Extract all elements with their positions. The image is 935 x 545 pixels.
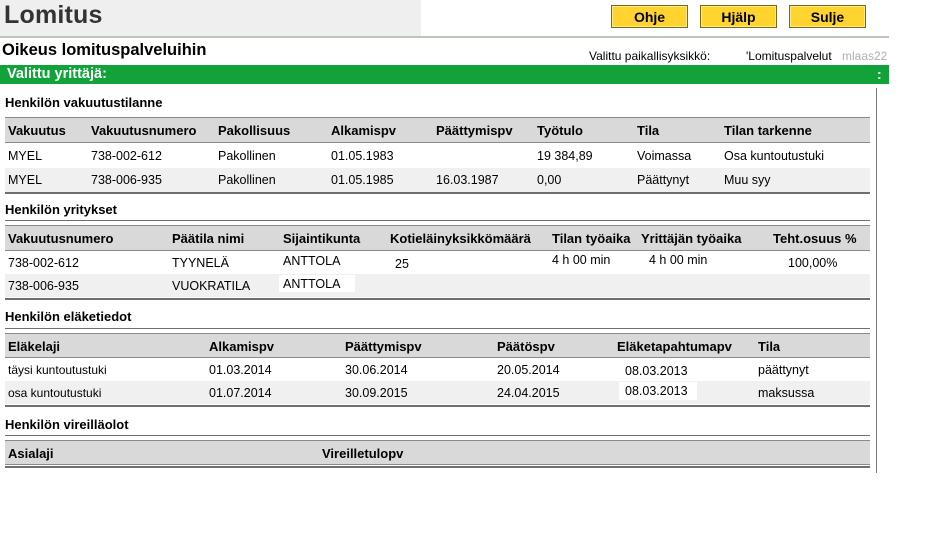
- section-divider: [5, 220, 870, 221]
- table-row[interactable]: täysi kuntoutustuki 01.03.2014 30.06.201…: [5, 359, 870, 381]
- table-cell: 738-002-612: [91, 149, 162, 163]
- companies-table-header: Vakuutusnumero Päätila nimi Sijaintikunt…: [5, 225, 870, 251]
- table-cell: Pakollinen: [218, 173, 276, 187]
- table-cell: VUOKRATILA: [172, 279, 251, 293]
- pensions-col-decision: Päätöspv: [497, 339, 555, 354]
- insurance-col-status-detail: Tilan tarkenne: [724, 123, 812, 138]
- pensions-col-end: Päättymispv: [345, 339, 422, 354]
- table-cell: 0,00: [537, 173, 562, 187]
- table-cell: MYEL: [8, 149, 43, 163]
- table-cell: ANTTOLA: [283, 254, 341, 268]
- table-cell: 25: [395, 257, 409, 271]
- close-button[interactable]: Sulje: [789, 5, 866, 28]
- app-title: Lomitus: [4, 1, 103, 29]
- table-cell: täysi kuntoutustuki: [8, 363, 107, 377]
- pensions-col-status: Tila: [758, 339, 781, 354]
- table-row[interactable]: MYEL 738-006-935 Pakollinen 01.05.1985 1…: [5, 168, 870, 192]
- companies-section-title: Henkilön yritykset: [5, 202, 117, 217]
- insurance-col-number: Vakuutusnumero: [91, 123, 197, 138]
- selected-entrepreneur-colon: :: [877, 66, 882, 82]
- local-unit-mask: [718, 46, 746, 62]
- table-cell: 30.09.2015: [345, 386, 408, 400]
- selected-entrepreneur-name: [121, 67, 456, 82]
- section-divider: [5, 192, 870, 194]
- table-cell: päättynyt: [758, 363, 809, 377]
- pending-section-title: Henkilön vireilläolot: [5, 417, 129, 432]
- section-divider: [5, 405, 870, 407]
- table-row[interactable]: 738-006-935 VUOKRATILA ANTTOLA: [5, 274, 870, 297]
- insurance-col-status: Tila: [637, 123, 660, 138]
- table-cell: 738-002-612: [8, 256, 79, 270]
- companies-col-livestock-units: Kotieläinyksikkömäärä: [390, 231, 531, 246]
- companies-col-entrepreneur-worktime: Yrittäjän työaika: [641, 231, 742, 246]
- page-subtitle: Oikeus lomituspalveluihin: [2, 41, 207, 59]
- table-cell: Osa kuntoutustuki: [724, 149, 825, 163]
- table-cell: 30.06.2014: [345, 363, 408, 377]
- selected-entrepreneur-label: Valittu yrittäjä:: [7, 66, 107, 82]
- table-cell: 738-006-935: [91, 173, 162, 187]
- insurance-col-income: Työtulo: [537, 123, 583, 138]
- table-cell: 100,00%: [788, 256, 838, 270]
- table-cell: 01.07.2014: [209, 386, 272, 400]
- table-cell: 08.03.2013: [625, 364, 688, 378]
- insurance-table-header: Vakuutus Vakuutusnumero Pakollisuus Alka…: [5, 117, 870, 143]
- section-divider: [5, 298, 870, 300]
- content-border: [876, 88, 877, 473]
- pending-col-matter-type: Asialaji: [8, 446, 54, 461]
- insurance-section-title: Henkilön vakuutustilanne: [5, 95, 163, 110]
- table-cell: Muu syy: [724, 173, 771, 187]
- table-cell: maksussa: [758, 386, 815, 400]
- section-divider: [5, 466, 870, 468]
- companies-col-farm-worktime: Tilan työaika: [552, 231, 631, 246]
- pensions-col-event-date: Eläketapahtumapv: [617, 339, 732, 354]
- table-cell: ANTTOLA: [283, 277, 341, 291]
- help-button[interactable]: Ohje: [611, 5, 688, 28]
- pensions-table-header: Eläkelaji Alkamispv Päättymispv Päätöspv…: [5, 333, 870, 358]
- table-row[interactable]: osa kuntoutustuki 01.07.2014 30.09.2015 …: [5, 381, 870, 404]
- pensions-col-type: Eläkelaji: [8, 339, 61, 354]
- companies-col-number: Vakuutusnumero: [8, 231, 114, 246]
- table-cell: 20.05.2014: [497, 363, 560, 377]
- table-cell: Voimassa: [637, 149, 692, 163]
- companies-col-share: Teht.osuus %: [773, 231, 857, 246]
- table-cell: MYEL: [8, 173, 43, 187]
- table-cell: 01.03.2014: [209, 363, 272, 377]
- companies-col-farm-name: Päätila nimi: [172, 231, 245, 246]
- table-cell: 01.05.1985: [331, 173, 394, 187]
- insurance-col-start: Alkamispv: [331, 123, 397, 138]
- header-divider: [0, 36, 889, 38]
- section-divider: [5, 435, 870, 436]
- companies-col-municipality: Sijaintikunta: [283, 231, 361, 246]
- pensions-section-title: Henkilön eläketiedot: [5, 309, 132, 324]
- pensions-col-start: Alkamispv: [209, 339, 275, 354]
- user-id: mlaas22: [842, 49, 888, 63]
- pending-col-filed-date: Vireilletulopv: [322, 446, 404, 461]
- insurance-col-mandatory: Pakollisuus: [218, 123, 291, 138]
- insurance-col-insurance: Vakuutus: [8, 123, 66, 138]
- table-cell: 24.04.2015: [497, 386, 560, 400]
- table-cell: 08.03.2013: [625, 384, 688, 398]
- help-swedish-button[interactable]: Hjälp: [700, 5, 777, 28]
- table-cell: 19 384,89: [537, 149, 593, 163]
- table-cell: 738-006-935: [8, 279, 79, 293]
- table-cell: TYYNELÄ: [172, 256, 229, 270]
- table-cell: Päättynyt: [637, 173, 690, 187]
- table-row[interactable]: 738-002-612 TYYNELÄ ANTTOLA 25 4 h 00 mi…: [5, 252, 870, 274]
- table-cell: 4 h 00 min: [649, 253, 708, 267]
- table-cell: osa kuntoutustuki: [8, 386, 102, 400]
- table-cell: 4 h 00 min: [552, 253, 611, 267]
- table-row[interactable]: MYEL 738-002-612 Pakollinen 01.05.1983 1…: [5, 144, 870, 168]
- local-unit-value: 'Lomituspalvelut: [746, 49, 832, 63]
- table-cell: 01.05.1983: [331, 149, 394, 163]
- table-cell: Pakollinen: [218, 149, 276, 163]
- section-divider: [5, 328, 870, 329]
- insurance-col-end: Päättymispv: [436, 123, 513, 138]
- table-cell: 16.03.1987: [436, 173, 499, 187]
- pending-table-header: Asialaji Vireilletulopv: [5, 440, 870, 465]
- local-unit-label: Valittu paikallisyksikkö:: [589, 49, 711, 63]
